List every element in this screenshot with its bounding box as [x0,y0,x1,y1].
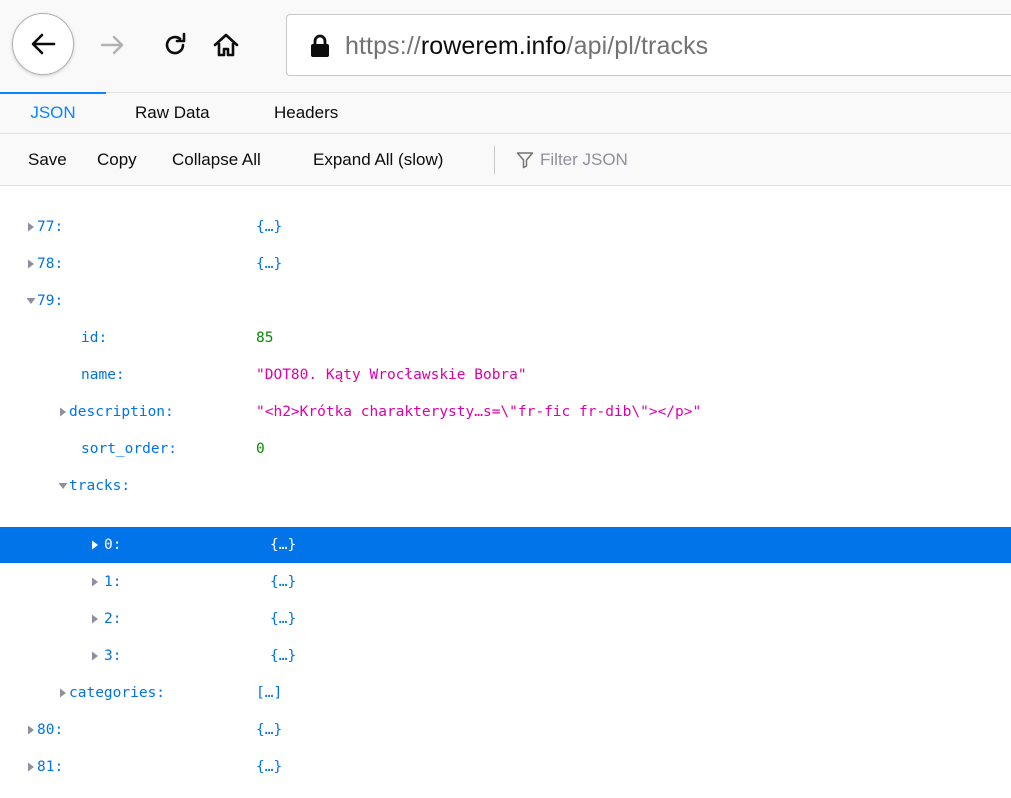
filter-json-input[interactable] [540,146,840,174]
tree-key: 0: [104,537,122,553]
tree-key: categories: [69,685,166,701]
tree-key: 79: [37,293,64,309]
tree-value: {…} [256,187,282,190]
tree-value: "<h2>Krótka charakterysty…s=\"fr-fic fr-… [256,404,702,420]
tree-row[interactable]: 1: {…} [0,564,1011,600]
collapse-twisty-icon[interactable] [25,295,37,307]
tree-value: 0 [256,441,265,457]
expand-twisty-icon[interactable] [89,576,101,588]
expand-twisty-icon[interactable] [25,258,37,270]
expand-all-button[interactable]: Expand All (slow) [313,147,443,173]
tree-row[interactable]: 81: {…} [0,749,1011,785]
tab-raw-data[interactable]: Raw Data [135,93,210,133]
tree-row[interactable]: categories: […] [0,675,1011,711]
toolbar-divider [494,146,495,174]
tree-row[interactable]: 3: {…} [0,638,1011,674]
tree-value: {…} [256,759,283,775]
lock-icon [311,34,329,57]
tree-row-partial[interactable]: 76: {…} [0,187,1011,199]
tree-key: 77: [37,219,64,235]
copy-button[interactable]: Copy [97,147,137,173]
json-toolbar: Save Copy Collapse All Expand All (slow) [0,134,1011,186]
save-button[interactable]: Save [28,147,67,173]
tree-value: "DOT80. Kąty Wrocławskie Bobra" [256,367,527,383]
expand-twisty-icon[interactable] [89,539,101,551]
tree-key: description: [69,404,174,420]
url-domain: rowerem.info [420,32,567,60]
tree-value: {…} [256,219,283,235]
expand-twisty-icon[interactable] [25,221,37,233]
tree-key: 1: [104,574,122,590]
tree-row[interactable]: 79: [0,283,1011,319]
reload-icon [165,32,186,55]
tree-key: 80: [37,722,64,738]
json-tree: 76: {…} 77: {…} 78: {…} 79: id: 85 name:… [0,187,1011,798]
tree-value: […] [256,685,283,701]
browser-navigation-bar: https://rowerem.info/api/pl/tracks [0,0,1011,92]
home-button[interactable] [209,28,243,62]
tree-row[interactable]: name: "DOT80. Kąty Wrocławskie Bobra" [0,357,1011,393]
expand-twisty-icon[interactable] [25,761,37,773]
tree-key: tracks: [69,478,131,494]
tree-key: 76: [37,187,63,190]
forward-button[interactable] [96,28,130,62]
url-text: https://rowerem.info/api/pl/tracks [345,31,708,61]
tree-key: sort_order: [81,441,178,457]
tree-row[interactable]: tracks: [0,468,1011,504]
tree-row[interactable]: 77: {…} [0,209,1011,245]
collapse-twisty-icon[interactable] [57,480,69,492]
tree-value: {…} [270,648,297,664]
tab-json[interactable]: JSON [0,92,106,133]
tree-row[interactable]: sort_order: 0 [0,431,1011,467]
filter-icon [516,152,534,169]
tree-row[interactable]: 78: {…} [0,246,1011,282]
tree-value: {…} [256,256,283,272]
tree-value: {…} [270,574,297,590]
tree-key: name: [81,367,125,383]
tree-value: {…} [270,537,297,553]
tree-value: 85 [256,330,274,346]
forward-arrow-icon [100,35,124,55]
tree-row[interactable]: 80: {…} [0,712,1011,748]
expand-twisty-icon[interactable] [89,650,101,662]
url-scheme: https:// [345,32,421,60]
expand-twisty-icon[interactable] [57,406,69,418]
tree-value: {…} [270,611,297,627]
reload-button[interactable] [158,28,192,62]
url-bar[interactable]: https://rowerem.info/api/pl/tracks [286,14,1011,76]
tree-row[interactable]: description: "<h2>Krótka charakterysty…s… [0,394,1011,430]
tree-key: id: [81,330,108,346]
collapse-all-button[interactable]: Collapse All [172,147,261,173]
json-viewer-tabs: JSON Raw Data Headers [0,92,1011,134]
tree-row[interactable]: 2: {…} [0,601,1011,637]
tree-row[interactable]: id: 85 [0,320,1011,356]
expand-twisty-icon[interactable] [89,613,101,625]
tree-key: 78: [37,256,64,272]
tree-key: 2: [104,611,122,627]
expand-twisty-icon[interactable] [25,724,37,736]
url-path: /api/pl/tracks [566,32,709,60]
tree-key: 81: [37,759,64,775]
home-icon [213,33,239,57]
tree-key: 3: [104,648,122,664]
tree-value: {…} [256,722,283,738]
back-arrow-icon [31,33,56,55]
tab-headers[interactable]: Headers [274,93,338,133]
back-button[interactable] [12,13,74,75]
expand-twisty-icon[interactable] [57,687,69,699]
tree-row-selected[interactable]: 0: {…} [0,527,1011,563]
